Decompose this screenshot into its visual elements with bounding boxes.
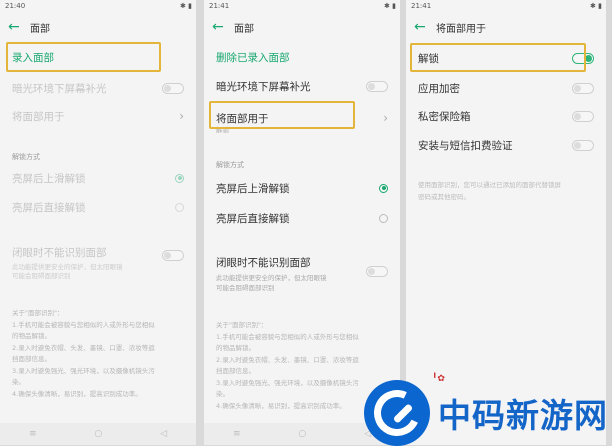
unlock-swipe-label: 亮屏后上滑解锁: [12, 172, 86, 185]
dim-light-toggle[interactable]: [162, 82, 184, 94]
dim-light-fill-row[interactable]: 暗光环境下屏幕补光: [204, 72, 400, 100]
about-line: 4.确保头像清晰，易识别，提高识别成功率。: [12, 389, 142, 398]
app-lock-row[interactable]: 应用加密: [406, 74, 606, 102]
about-line: 的物品解锁。: [12, 332, 51, 340]
unlock-section-title: 解锁方式: [12, 153, 40, 161]
chevron-right-icon: ›: [383, 111, 388, 125]
unlock-section-title: 解锁方式: [216, 161, 244, 169]
private-safe-label: 私密保险箱: [418, 110, 471, 123]
chevron-right-icon: ›: [179, 109, 184, 123]
about-line: 染。: [216, 390, 229, 398]
about-line: 挡面部信息。: [216, 367, 255, 375]
unlock-swipe-radio[interactable]: [175, 173, 184, 183]
eyes-closed-label: 闭眼时不能识别面部: [216, 256, 311, 269]
status-time: 21:41: [411, 2, 432, 10]
status-bar: 21:41 ✱ ▮: [406, 0, 606, 13]
eyes-closed-toggle[interactable]: [366, 265, 388, 277]
menu-icon[interactable]: ≡: [29, 429, 37, 439]
back-icon[interactable]: ◁: [160, 429, 167, 439]
unlock-direct-radio[interactable]: [175, 202, 184, 212]
status-icons: ✱ ▮: [384, 2, 396, 10]
install-verify-toggle[interactable]: [572, 139, 594, 151]
watermark-text: 中码新游网: [438, 395, 608, 435]
dim-light-fill-label: 暗光环境下屏幕补光: [216, 80, 311, 93]
eyes-closed-toggle[interactable]: [162, 249, 184, 261]
status-icons: ✱ ▮: [180, 2, 192, 10]
home-icon[interactable]: ○: [94, 429, 102, 439]
eyes-closed-label: 闭眼时不能识别面部: [12, 246, 107, 259]
back-arrow-icon[interactable]: ←: [212, 19, 234, 35]
back-arrow-icon[interactable]: ←: [8, 19, 30, 35]
use-face-for-label: 将面部用于: [12, 110, 65, 123]
private-safe-toggle[interactable]: [572, 110, 594, 122]
app-lock-label: 应用加密: [418, 82, 460, 95]
about-line: 1.手机可能会被容貌与您相似的人或外形与您相似: [12, 320, 155, 329]
unlock-swipe-row[interactable]: 亮屏后上滑解锁: [204, 174, 400, 202]
about-title: 关于"面部识别"：: [216, 321, 268, 329]
highlight-box: [6, 42, 161, 72]
about-line: 的物品解锁。: [216, 344, 255, 352]
header: ← 面部: [204, 13, 400, 41]
use-face-for-row[interactable]: 将面部用于 ›: [0, 102, 196, 130]
unlock-direct-radio[interactable]: [379, 213, 388, 223]
note-line: 使用面部识别，您可以通过已添加的面部代替锁屏: [418, 181, 561, 189]
page-title: 面部: [234, 23, 254, 35]
eyes-closed-sub-1: 此功能提供更安全的保护，但太阳眼镜: [216, 274, 327, 282]
back-arrow-icon[interactable]: ←: [414, 19, 436, 35]
watermark-logo: 中码新游网: [364, 379, 612, 446]
unlock-swipe-label: 亮屏后上滑解锁: [216, 182, 290, 195]
unlock-swipe-radio[interactable]: [379, 183, 388, 193]
about-face-note: 关于"面部识别"： 1.手机可能会被容貌与您相似的人或外形与您相似 的物品解锁。…: [12, 308, 184, 400]
home-icon[interactable]: ○: [298, 429, 306, 439]
about-title: 关于"面部识别"：: [12, 309, 64, 317]
about-line: 2.录入时避免衣帽、头发、墨镜、口罩、浓妆等遮: [12, 343, 155, 352]
status-bar: 21:41 ✱ ▮: [204, 0, 400, 13]
about-line: 1.手机可能会被容貌与您相似的人或外形与您相似: [216, 332, 359, 341]
status-bar: 21:40 ✱ ▮: [0, 0, 196, 13]
highlight-box: [209, 101, 355, 129]
unlock-direct-label: 亮屏后直接解锁: [216, 212, 290, 225]
about-line: 染。: [12, 378, 25, 386]
settings-face-panel-1: 21:40 ✱ ▮ ← 面部 录入面部 暗光环境下屏幕补光 将面部用于 › 解锁…: [0, 0, 196, 445]
dim-light-toggle[interactable]: [366, 80, 388, 92]
about-face-note: 关于"面部识别"： 1.手机可能会被容貌与您相似的人或外形与您相似 的物品解锁。…: [216, 320, 388, 412]
menu-icon[interactable]: ≡: [233, 429, 241, 439]
unlock-direct-label: 亮屏后直接解锁: [12, 201, 86, 214]
note-line: 密码或其他密码。: [418, 192, 470, 201]
about-line: 3.录入时避免强光、强光环境，以及摄像机镜头污: [216, 378, 359, 387]
header: ← 面部: [0, 13, 196, 41]
status-time: 21:41: [209, 2, 230, 10]
about-line: 3.录入时避免强光、强光环境，以及摄像机镜头污: [12, 366, 155, 375]
about-line: 挡面部信息。: [12, 355, 51, 363]
delete-face-label: 删除已录入面部: [216, 51, 290, 64]
watermark-logo-icon: [364, 379, 430, 446]
status-icons: ✱ ▮: [590, 2, 602, 10]
delete-face-row[interactable]: 删除已录入面部: [204, 43, 400, 71]
install-verify-row[interactable]: 安装与短信扣费验证: [406, 131, 606, 159]
header: ← 将面部用于: [406, 13, 606, 41]
use-face-note: 使用面部识别，您可以通过已添加的面部代替锁屏 密码或其他密码。: [418, 180, 594, 203]
nav-bar: ≡ ○ ◁: [0, 423, 196, 445]
highlight-box: [410, 43, 586, 72]
unlock-direct-row[interactable]: 亮屏后直接解锁: [204, 204, 400, 232]
dim-light-fill-label: 暗光环境下屏幕补光: [12, 82, 107, 95]
eyes-closed-sub-2: 可能会阻碍面部识别: [12, 272, 71, 280]
app-lock-toggle[interactable]: [572, 82, 594, 94]
page-title: 面部: [30, 23, 50, 35]
status-time: 21:40: [5, 2, 26, 10]
private-safe-row[interactable]: 私密保险箱: [406, 102, 606, 130]
page-title: 将面部用于: [436, 23, 486, 35]
about-line: 2.录入时避免衣帽、头发、墨镜、口罩、浓妆等遮: [216, 355, 359, 364]
install-verify-label: 安装与短信扣费验证: [418, 139, 513, 152]
settings-face-panel-2: 21:41 ✱ ▮ ← 面部 删除已录入面部 暗光环境下屏幕补光 将面部用于 ›…: [204, 0, 400, 445]
dim-light-fill-row[interactable]: 暗光环境下屏幕补光: [0, 74, 196, 102]
about-line: 4.确保头像清晰，易识别，提高识别成功率。: [216, 401, 346, 410]
unlock-direct-row[interactable]: 亮屏后直接解锁: [0, 193, 196, 221]
eyes-closed-sub-2: 可能会阻碍面部识别: [216, 284, 275, 292]
unlock-swipe-row[interactable]: 亮屏后上滑解锁: [0, 164, 196, 192]
